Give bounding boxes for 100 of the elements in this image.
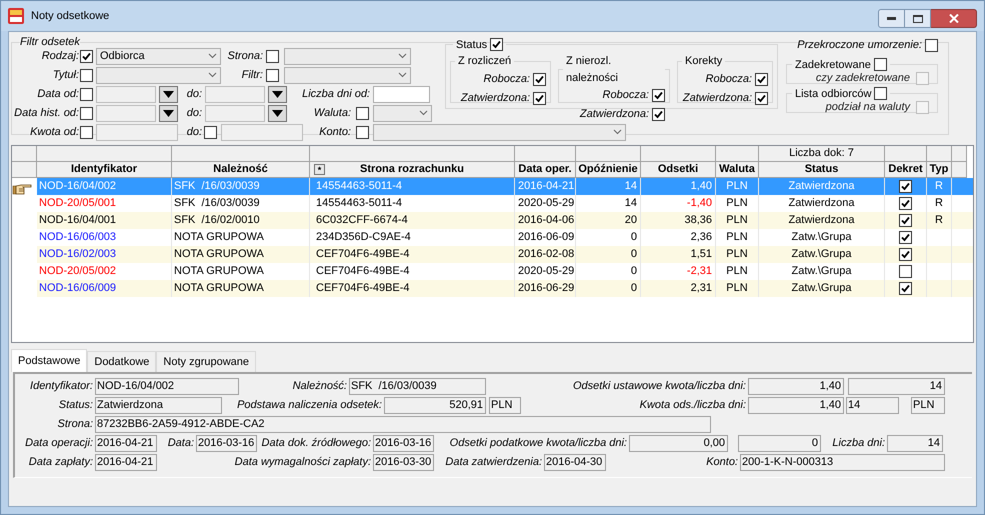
table-row[interactable]: NOD-16/04/001 SFK /16/02/0010 6C032CFF-6674-4 2016-04-06 20 38,36 PLN Zatwierdzona R: [12, 212, 973, 229]
table-row[interactable]: NOD-16/02/003 NOTA GRUPOWA CEF704F6-49BE-4 2016-02-08 0 1,51 PLN Zatw.\Grupa: [12, 246, 973, 263]
checkbox[interactable]: [899, 265, 912, 278]
checkbox[interactable]: [755, 92, 768, 104]
table-cell-text: R: [935, 213, 943, 228]
field-label: Odsetki podatkowe kwota/liczba dni:: [448, 436, 628, 452]
checkbox[interactable]: [899, 248, 912, 261]
checkbox[interactable]: [899, 231, 912, 244]
checkbox[interactable]: [652, 89, 665, 102]
column-header[interactable]: Data oper.: [515, 162, 576, 178]
checkbox[interactable]: [204, 126, 217, 138]
group-title: Z nierozl. należności: [566, 55, 618, 84]
checkbox[interactable]: [533, 92, 546, 104]
checkbox[interactable]: [80, 106, 93, 120]
close-button[interactable]: [931, 9, 977, 28]
checkbox[interactable]: [874, 87, 888, 100]
checkbox[interactable]: [80, 126, 93, 138]
checkbox[interactable]: [652, 108, 665, 121]
group-title: Zadekretowane: [795, 58, 871, 72]
column-header[interactable]: Odsetki: [641, 162, 716, 178]
maximize-button[interactable]: [905, 9, 931, 28]
checkbox[interactable]: [899, 282, 912, 295]
column-header[interactable]: Identyfikator: [37, 162, 172, 178]
input-field[interactable]: [221, 124, 303, 140]
checkbox[interactable]: [755, 72, 768, 86]
table-cell-text: R: [935, 196, 943, 212]
column-header[interactable]: Typ: [927, 162, 952, 178]
checkbox[interactable]: [356, 106, 369, 120]
option-label: czy zadekretowane: [816, 70, 910, 86]
checkbox[interactable]: [899, 214, 912, 227]
checkbox[interactable]: [899, 197, 912, 210]
field-label: Konto:: [318, 124, 351, 140]
input-field[interactable]: [96, 124, 178, 140]
checkbox[interactable]: [80, 88, 93, 100]
read-only-field: 2016-04-21: [95, 454, 157, 471]
field-label: Data operacji:: [24, 436, 94, 452]
input-field[interactable]: [373, 86, 430, 102]
dropdown[interactable]: Odbiorca: [96, 48, 221, 64]
read-only-field: 87232BB6-2A59-4912-ABDE-CA2: [95, 416, 711, 433]
column-header[interactable]: * Strona rozrachunku: [310, 162, 515, 178]
option-label: podział na waluty: [826, 100, 910, 115]
checkbox[interactable]: [266, 68, 279, 82]
column-header[interactable]: Dekret: [885, 162, 927, 178]
group-title: Z rozliczeń: [458, 55, 512, 67]
triangle-down-icon: [163, 110, 174, 116]
column-header[interactable]: Waluta: [716, 162, 759, 178]
read-only-field: 2016-04-21: [95, 435, 157, 452]
header-cell: [12, 162, 37, 178]
maximize-icon: [912, 14, 922, 22]
read-only-field: NOD-16/04/002: [95, 378, 239, 395]
caret-icon: [419, 110, 428, 116]
group-title: Filtr odsetek: [20, 36, 80, 48]
option-label: Zatwierdzona:: [580, 107, 649, 122]
column-header[interactable]: Opóźnienie: [576, 162, 641, 178]
read-only-field: 1,40: [748, 378, 844, 395]
option-label: Zatwierdzona:: [460, 90, 530, 106]
field-label: do:: [186, 124, 202, 140]
table-row[interactable]: NOD-16/06/009 NOTA GRUPOWA CEF704F6-49BE-4 2016-06-29 0 2,31 PLN Zatw.\Grupa: [12, 280, 973, 297]
checkbox[interactable]: [80, 50, 93, 62]
caret-icon: [208, 72, 217, 78]
header-cell: [515, 146, 576, 162]
dropdown-button[interactable]: [159, 86, 178, 102]
read-only-field: Zatwierdzona: [95, 397, 222, 414]
checkbox[interactable]: [925, 39, 938, 52]
table-cell: PLN: [716, 280, 759, 297]
field-label: Waluta:: [312, 106, 351, 121]
date-field[interactable]: [96, 86, 156, 102]
column-button[interactable]: *: [314, 164, 325, 175]
checkbox[interactable]: [899, 180, 912, 193]
tab[interactable]: Dodatkowe: [87, 351, 156, 372]
checkbox[interactable]: [490, 38, 504, 52]
field-label: Należność:: [292, 379, 348, 394]
field-label: Data od:: [36, 86, 79, 102]
column-header[interactable]: Należność: [172, 162, 310, 178]
date-field[interactable]: [205, 104, 265, 122]
caret-icon: [398, 53, 407, 59]
minimize-button[interactable]: [878, 9, 905, 28]
read-only-field: 2016-04-30: [544, 454, 606, 471]
date-field[interactable]: [96, 104, 156, 122]
checkbox[interactable]: [874, 58, 887, 72]
tab[interactable]: Podstawowe: [11, 349, 88, 372]
dropdown-button[interactable]: [268, 104, 287, 122]
checkbox[interactable]: [266, 50, 279, 62]
dropdown-button[interactable]: [159, 104, 178, 122]
checkbox[interactable]: [80, 68, 93, 82]
header-cell: [952, 146, 967, 162]
tab[interactable]: Noty zgrupowane: [156, 351, 256, 372]
table-cell: 0: [576, 280, 641, 297]
caret-icon: [613, 129, 622, 135]
read-only-field: SFK /16/03/0039: [349, 378, 486, 395]
dropdown-button[interactable]: [268, 86, 287, 102]
close-icon: [948, 14, 958, 23]
triangle-down-icon: [272, 90, 283, 98]
checkbox[interactable]: [356, 126, 369, 138]
checkbox[interactable]: [533, 72, 546, 86]
date-field[interactable]: [205, 86, 265, 102]
column-header[interactable]: Status: [759, 162, 885, 178]
field-label: Kwota ods./liczba dni:: [638, 398, 747, 414]
field-label: Liczba dni od:: [301, 86, 370, 102]
read-only-field: 520,91: [384, 397, 486, 414]
